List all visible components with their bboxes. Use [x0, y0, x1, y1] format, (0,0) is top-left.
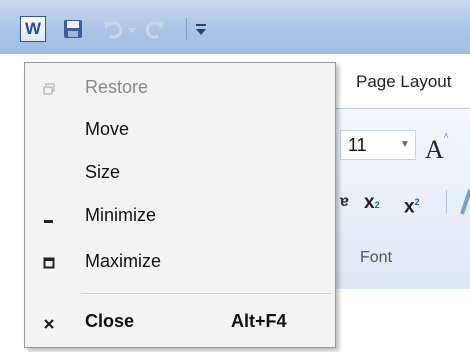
- undo-dropdown-icon[interactable]: [128, 26, 136, 34]
- text-effect-icon[interactable]: [458, 188, 470, 216]
- maximize-icon: [41, 255, 57, 271]
- menu-item-label: Close: [85, 311, 135, 331]
- customize-toolbar-icon[interactable]: [194, 21, 208, 37]
- menu-item-move[interactable]: Move: [25, 111, 335, 151]
- font-size-value: 11: [348, 135, 367, 155]
- font-group-label: Font: [360, 249, 393, 266]
- menu-item-restore[interactable]: Restore: [25, 69, 335, 109]
- subscript-mark: 2: [374, 200, 380, 210]
- ribbon-divider: [446, 190, 447, 214]
- redo-icon[interactable]: [144, 18, 166, 40]
- toolbar-separator: [186, 18, 187, 40]
- minimize-icon: [41, 209, 57, 225]
- grow-font-mark: ^: [443, 132, 449, 143]
- menu-item-label: Restore: [85, 77, 149, 97]
- grow-font-button[interactable]: A^: [425, 132, 448, 165]
- menu-item-label: Minimize: [85, 205, 157, 225]
- strikethrough-button[interactable]: ɐ: [340, 193, 349, 211]
- menu-item-maximize[interactable]: Maximize: [25, 243, 335, 283]
- menu-item-label: Move: [85, 119, 130, 139]
- save-icon[interactable]: [62, 18, 84, 40]
- title-bar: W: [0, 0, 470, 54]
- superscript-glyph: x: [404, 196, 415, 218]
- menu-item-shortcut: Alt+F4: [231, 311, 287, 331]
- menu-item-label: Maximize: [85, 251, 162, 271]
- system-menu: Restore Move Size Minimize Maximize Clos…: [24, 62, 336, 348]
- superscript-mark: 2: [414, 197, 420, 207]
- superscript-button[interactable]: x2: [404, 192, 420, 218]
- menu-item-close[interactable]: Close Alt+F4: [25, 303, 335, 343]
- tab-page-layout[interactable]: Page Layout: [356, 72, 451, 92]
- subscript-button[interactable]: x2: [364, 192, 380, 214]
- subscript-glyph: x: [364, 192, 375, 213]
- menu-separator: [81, 293, 331, 295]
- restore-icon: [41, 81, 57, 97]
- undo-icon[interactable]: [102, 18, 124, 40]
- menu-item-label: Size: [85, 162, 121, 182]
- chevron-down-icon[interactable]: ▼: [400, 139, 410, 150]
- grow-font-glyph: A: [425, 135, 444, 164]
- word-app-icon[interactable]: W: [20, 16, 46, 42]
- menu-item-minimize[interactable]: Minimize: [25, 197, 335, 237]
- close-icon: [41, 315, 57, 331]
- menu-item-size[interactable]: Size: [25, 154, 335, 194]
